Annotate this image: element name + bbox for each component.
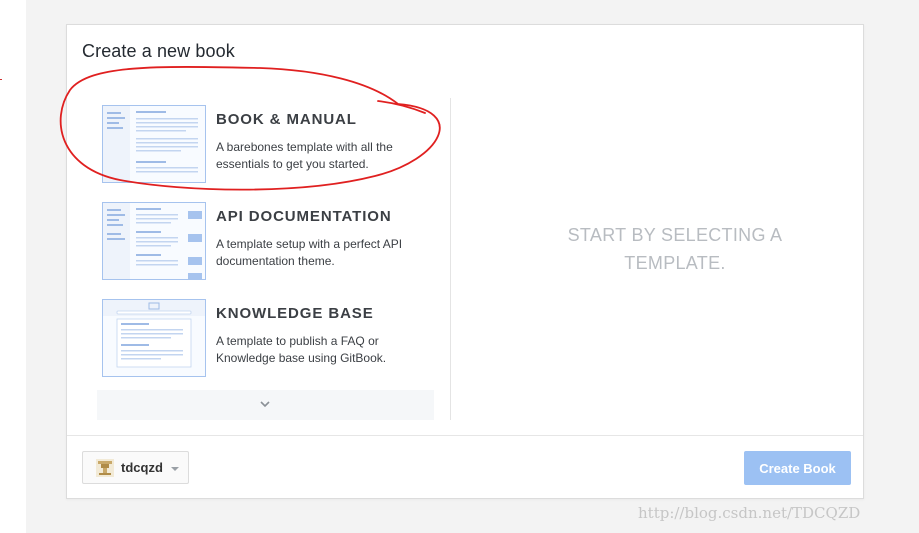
dialog-title: Create a new book: [82, 41, 235, 61]
template-description: A template setup with a perfect API docu…: [216, 237, 403, 268]
account-selector[interactable]: tdcqzd: [82, 451, 189, 484]
template-description: A template to publish a FAQ or Knowledge…: [216, 334, 387, 365]
template-title: API DOCUMENTATION: [216, 208, 392, 225]
template-preview-placeholder: START BY SELECTING A TEMPLATE.: [567, 225, 783, 273]
panel-divider: [450, 98, 451, 420]
footer-divider: [67, 435, 863, 436]
account-name: tdcqzd: [121, 460, 163, 475]
create-book-dialog: Create a new book BOOK & MANUAL A barebo…: [66, 24, 864, 499]
template-description: A barebones template with all the essent…: [216, 140, 393, 171]
template-knowledge-base[interactable]: KNOWLEDGE BASE A template to publish a F…: [102, 299, 432, 379]
template-title: KNOWLEDGE BASE: [216, 305, 374, 322]
template-book-manual[interactable]: BOOK & MANUAL A barebones template with …: [102, 105, 432, 185]
more-templates-button[interactable]: [97, 390, 434, 420]
stray-mark: [0, 79, 2, 80]
knowledge-layout-thumbnail: [102, 299, 206, 377]
avatar-icon: [96, 459, 114, 477]
chevron-down-icon: [260, 401, 270, 408]
caret-down-icon: [171, 467, 179, 471]
template-api-documentation[interactable]: API DOCUMENTATION A template setup with …: [102, 202, 432, 282]
api-layout-thumbnail: [102, 202, 206, 280]
create-book-button[interactable]: Create Book: [744, 451, 851, 485]
watermark-text: http://blog.csdn.net/TDCQZD: [638, 504, 861, 522]
book-layout-thumbnail: [102, 105, 206, 183]
template-title: BOOK & MANUAL: [216, 111, 357, 128]
